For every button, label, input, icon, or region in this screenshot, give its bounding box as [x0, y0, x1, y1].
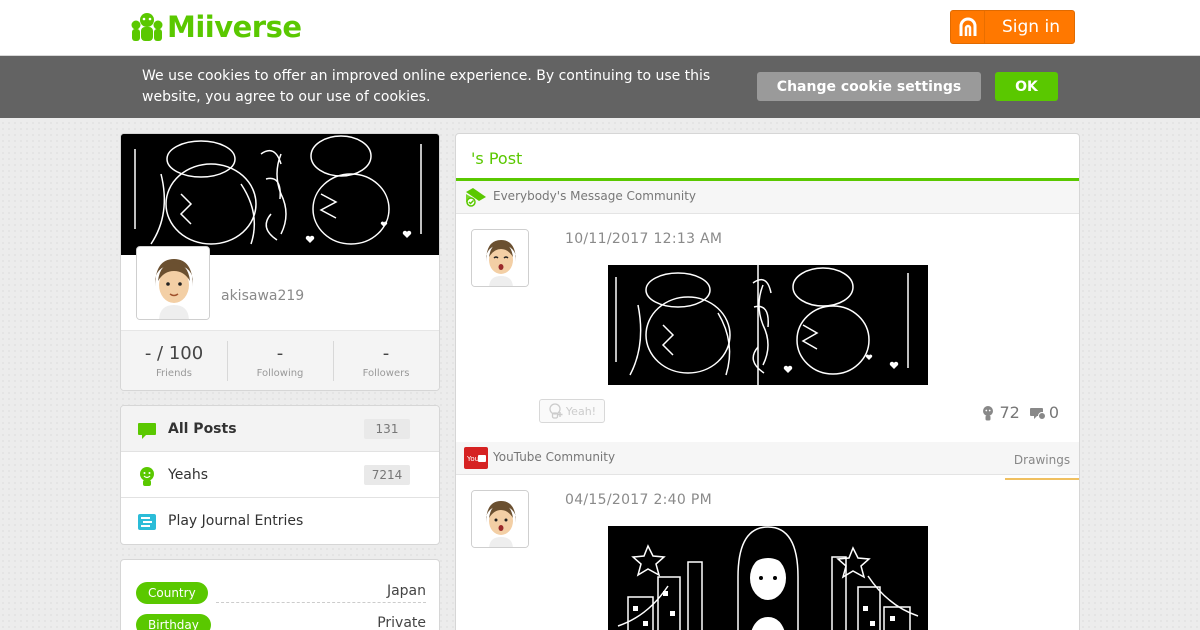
friends-count: - / 100: [144, 343, 204, 364]
cookie-message: We use cookies to offer an improved onli…: [142, 68, 711, 105]
yeah-count-icon: [983, 405, 994, 420]
post-author-avatar[interactable]: [471, 490, 529, 548]
logo-text: Miiverse: [167, 10, 302, 44]
profile-info-card: Country Japan Birthday Private: [120, 559, 440, 630]
post-date: 10/11/2017 12:13 AM: [565, 231, 723, 247]
stat-followers[interactable]: - Followers: [333, 331, 439, 390]
birthday-label: Birthday: [136, 614, 211, 630]
post-item: 04/15/2017 2:40 PM: [456, 477, 1079, 630]
svg-text:You: You: [466, 455, 479, 463]
journal-icon: [138, 514, 156, 530]
following-label: Following: [256, 368, 304, 379]
yeahs-count: 7214: [364, 465, 410, 485]
menu-item-yeahs[interactable]: Yeahs 7214: [121, 452, 439, 498]
speech-bubble-icon: [138, 423, 156, 439]
info-divider: [216, 602, 426, 603]
post-list-panel: 's Post Everybody's Message Community 10…: [455, 133, 1080, 630]
miiverse-logo[interactable]: Miiverse: [130, 10, 302, 44]
post-counts: 72 0: [980, 403, 1059, 422]
post-date: 04/15/2017 2:40 PM: [565, 492, 712, 508]
menu-label-all-posts: All Posts: [168, 420, 237, 437]
nintendo-network-icon: [951, 11, 985, 43]
birthday-value: Private: [377, 615, 426, 630]
stat-friends[interactable]: - / 100 Friends: [121, 331, 227, 390]
post-item: 10/11/2017 12:13 AM Yeah! 72 0: [456, 215, 1079, 442]
friends-label: Friends: [156, 368, 192, 379]
profile-stats: - / 100 Friends - Following - Followers: [121, 330, 439, 390]
page-title: 's Post: [456, 134, 1079, 181]
cookie-ok-button[interactable]: OK: [995, 72, 1058, 101]
comment-count: 0: [1048, 403, 1059, 422]
site-header: Miiverse Sign in: [0, 0, 1200, 56]
post-author-avatar[interactable]: [471, 229, 529, 287]
yeah-face-icon: [140, 467, 154, 486]
yeah-button-label: Yeah!: [565, 404, 597, 418]
menu-label-play-journal: Play Journal Entries: [168, 513, 304, 529]
sign-in-label: Sign in: [1002, 17, 1060, 37]
menu-item-all-posts[interactable]: All Posts 131: [121, 406, 439, 452]
menu-label-yeahs: Yeahs: [168, 466, 209, 483]
post-drawing[interactable]: [608, 526, 928, 630]
post-topic-tag[interactable]: Drawings: [1005, 442, 1079, 480]
profile-banner-drawing: [121, 134, 439, 255]
profile-username: akisawa219: [221, 288, 305, 304]
post-community-bar[interactable]: You YouTube Community Drawings: [456, 442, 1079, 480]
sign-in-button[interactable]: Sign in: [950, 10, 1075, 44]
country-label: Country: [136, 582, 208, 604]
comment-count-icon: [1029, 407, 1046, 420]
info-row-birthday: Birthday Private: [136, 614, 426, 630]
profile-card: akisawa219 - / 100 Friends - Following -…: [120, 133, 440, 391]
change-cookie-settings-button[interactable]: Change cookie settings: [757, 72, 981, 101]
yeah-button[interactable]: Yeah!: [539, 399, 605, 423]
profile-menu: All Posts 131 Yeahs 7214 Play Journal En…: [120, 405, 440, 545]
community-name[interactable]: Everybody's Message Community: [493, 189, 696, 203]
yeah-count: 72: [999, 403, 1020, 422]
cookie-banner: We use cookies to offer an improved onli…: [0, 56, 1200, 118]
miiverse-mascot-icon: [131, 13, 163, 41]
all-posts-count: 131: [364, 419, 410, 439]
page-title-text: 's Post: [471, 149, 523, 168]
profile-avatar[interactable]: [136, 246, 210, 320]
message-community-icon: [466, 188, 486, 207]
info-row-country: Country Japan: [136, 582, 426, 604]
youtube-icon: You: [464, 447, 488, 469]
menu-item-play-journal[interactable]: Play Journal Entries: [121, 498, 439, 544]
stat-following[interactable]: - Following: [227, 331, 333, 390]
following-count: -: [276, 343, 284, 364]
followers-label: Followers: [362, 368, 410, 379]
post-community-bar[interactable]: Everybody's Message Community: [456, 181, 1079, 214]
post-drawing[interactable]: [608, 265, 928, 385]
yeah-plus-icon: [549, 403, 563, 419]
followers-count: -: [382, 343, 390, 364]
country-value: Japan: [386, 583, 426, 599]
community-name[interactable]: YouTube Community: [493, 450, 615, 464]
